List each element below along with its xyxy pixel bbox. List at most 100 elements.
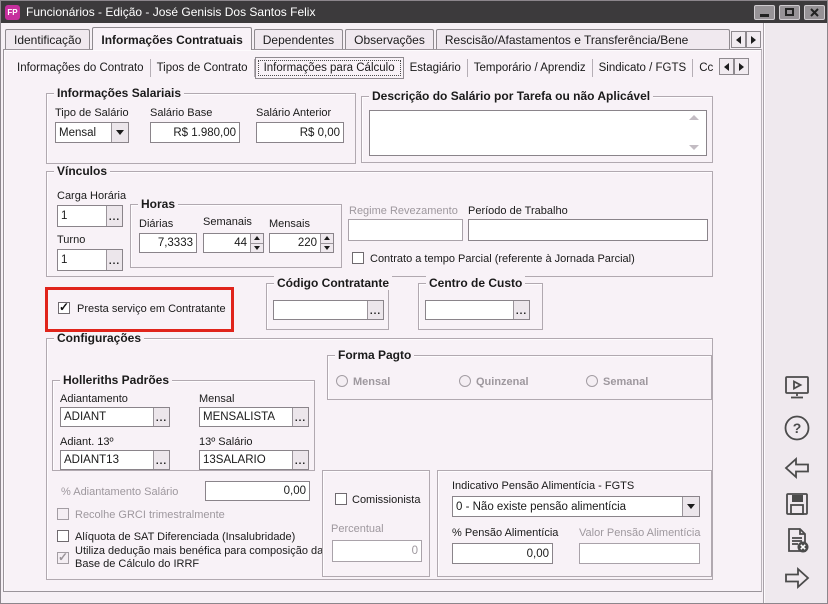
salario-base-input[interactable]: R$ 1.980,00 [150,122,240,143]
salario-13-lookup-button[interactable]: ... [292,451,308,469]
close-button[interactable] [804,4,825,20]
adiant-13-label: Adiant. 13º [60,436,114,448]
codigo-contratante-lookup-button[interactable]: ... [367,301,383,319]
tab-dependentes[interactable]: Dependentes [253,29,344,49]
valor-pensao-input[interactable] [579,543,700,564]
semanais-spinner[interactable] [250,234,263,252]
subtab-tipos-de-contrato[interactable]: Tipos de Contrato [151,58,255,77]
dropdown-button[interactable] [682,497,699,516]
sat-checkbox[interactable] [57,530,69,542]
tab-rescisao-afastamentos[interactable]: Rescisão/Afastamentos e Transferência/Be… [435,29,730,49]
mensal-lookup-button[interactable]: ... [292,408,308,426]
window-title: Funcionários - Edição - José Genisis Dos… [26,5,316,19]
arrow-right-icon [785,566,810,590]
subtab-truncated[interactable]: Cc [693,59,719,77]
dropdown-button[interactable] [111,123,128,142]
tab-identificacao[interactable]: Identificação [5,29,91,49]
periodo-trabalho-input[interactable] [468,219,708,241]
funcionarios-window: FP Funcionários - Edição - José Genisis … [0,0,828,604]
save-button[interactable] [781,488,813,520]
group-descricao-salario: Descrição do Salário por Tarefa ou não A… [361,89,713,163]
adiantamento-input[interactable]: ADIANT ... [60,407,170,427]
tipo-salario-select[interactable]: Mensal [55,122,129,143]
forma-mensal-label: Mensal [353,376,391,388]
back-button[interactable] [781,452,813,484]
diarias-input[interactable]: 7,3333 [139,233,197,253]
descricao-textarea[interactable] [369,110,707,156]
adiant-13-lookup-button[interactable]: ... [153,451,169,469]
pct-pensao-input[interactable]: 0,00 [452,543,553,564]
help-button[interactable]: ? [781,412,813,444]
mensais-label: Mensais [269,218,310,230]
sub-tabs-scroll-left-button[interactable] [719,58,735,75]
pct-adiantamento-input[interactable]: 0,00 [205,481,310,501]
salario-base-label: Salário Base [150,107,213,119]
sub-tabs-scroll-right-button[interactable] [734,58,750,75]
tab-observacoes[interactable]: Observações [345,29,434,49]
subtab-informacoes-do-contrato[interactable]: Informações do Contrato [11,58,151,77]
group-codigo-contratante: Código Contratante ... [266,276,392,330]
right-toolbar: ? [763,23,827,603]
comissionista-checkbox[interactable] [335,493,347,505]
mensal-label: Mensal [199,393,235,405]
adiantamento-lookup-button[interactable]: ... [153,408,169,426]
indicativo-pensao-select[interactable]: 0 - Não existe pensão alimentícia [452,496,700,517]
semanais-input[interactable]: 44 [203,233,264,253]
centro-de-custo-input[interactable]: ... [425,300,530,320]
mensal-input[interactable]: MENSALISTA ... [199,407,309,427]
spin-up-icon [254,236,260,241]
subtab-sindicato-fgts[interactable]: Sindicato / FGTS [593,58,694,77]
grci-label: Recolhe GRCI trimestralmente [75,509,225,521]
scroll-left-icon [736,35,741,44]
regime-revezamento-input[interactable] [348,219,463,241]
forward-button[interactable] [781,562,813,594]
close-icon [810,7,819,17]
subtab-informacoes-para-calculo[interactable]: Informações para Cálculo [254,56,404,79]
minimize-button[interactable] [754,4,775,20]
carga-horaria-lookup-button[interactable]: ... [106,206,122,226]
app-icon: FP [5,4,20,20]
presta-servico-checkbox[interactable] [58,300,70,314]
forma-mensal-radio[interactable] [336,375,348,387]
turno-lookup-button[interactable]: ... [106,250,122,270]
adiantamento-label: Adiantamento [60,393,128,405]
irrf-checkbox[interactable] [57,550,69,564]
contrato-parcial-checkbox[interactable] [352,252,364,264]
codigo-contratante-input[interactable]: ... [273,300,384,320]
forma-quinzenal-radio[interactable] [459,375,471,387]
forma-semanal-radio[interactable] [586,375,598,387]
main-tabs-scroll-left-button[interactable] [731,31,746,48]
cancel-button[interactable] [781,524,813,556]
subtab-temporario-aprendiz[interactable]: Temporário / Aprendiz [468,58,593,77]
group-title: Informações Salariais [54,86,185,100]
carga-horaria-input[interactable]: 1 ... [57,205,123,227]
turno-input[interactable]: 1 ... [57,249,123,271]
grci-checkbox[interactable] [57,508,69,520]
group-vinculos: Vínculos Carga Horária 1 ... Turno 1 ...… [46,164,713,277]
contrato-parcial-label: Contrato a tempo Parcial (referente à Jo… [370,253,635,265]
salario-anterior-input[interactable]: R$ 0,00 [256,122,344,143]
diarias-label: Diárias [139,218,174,230]
main-tabs-scroll-right-button[interactable] [746,31,761,48]
help-icon: ? [784,415,810,441]
group-title: Centro de Custo [426,276,526,290]
percentual-input[interactable]: 0 [332,540,422,562]
pct-adiantamento-label: % Adiantamento Salário [61,486,179,498]
mensais-input[interactable]: 220 [269,233,334,253]
chevron-down-icon [687,504,695,509]
periodo-trabalho-label: Período de Trabalho [468,205,568,217]
group-comissionista: Comissionista Percentual 0 [322,470,430,577]
maximize-button[interactable] [779,4,800,20]
salario-13-input[interactable]: 13SALARIO ... [199,450,309,470]
run-button[interactable] [781,372,813,404]
centro-de-custo-lookup-button[interactable]: ... [513,301,529,319]
scroll-down-icon[interactable] [689,145,699,150]
document-cancel-icon [788,528,809,553]
subtab-estagiario[interactable]: Estagiário [404,58,468,77]
sat-label: Alíquota de SAT Diferenciada (Insalubrid… [75,531,296,543]
mensais-spinner[interactable] [320,234,333,252]
scroll-up-icon[interactable] [689,115,699,120]
regime-revezamento-label: Regime Revezamento [349,205,458,217]
tab-informacoes-contratuais[interactable]: Informações Contratuais [92,27,252,50]
adiant-13-input[interactable]: ADIANT13 ... [60,450,170,470]
